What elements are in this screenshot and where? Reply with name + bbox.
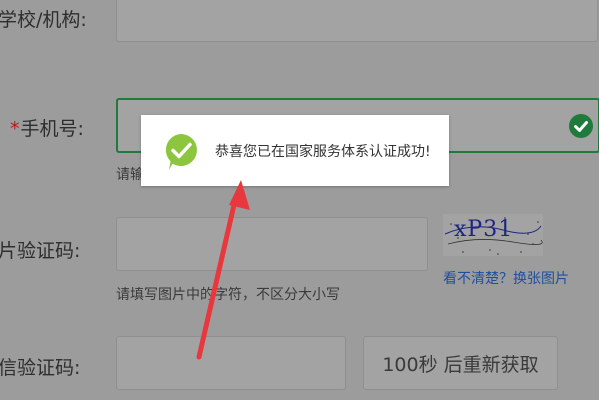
resend-sms-label: 100秒 后重新获取 [382, 353, 539, 376]
school-input[interactable] [116, 0, 598, 42]
required-mark: * [10, 118, 20, 140]
check-circle-icon [569, 114, 593, 138]
image-captcha-label: 片验证码: [0, 240, 81, 262]
phone-label: *手机号: [10, 114, 84, 141]
sms-code-input[interactable] [116, 336, 346, 390]
captcha-image[interactable]: xP31 [443, 214, 543, 256]
phone-hint: 请输 [116, 167, 144, 183]
toast-message: 恭喜您已在国家服务体系认证成功! [215, 144, 431, 160]
phone-label-text: 手机号: [20, 118, 84, 140]
image-captcha-input[interactable] [116, 217, 428, 271]
resend-sms-button[interactable]: 100秒 后重新获取 [363, 336, 558, 390]
school-label: 学校/机构: [0, 9, 87, 31]
image-captcha-hint: 请填写图片中的字符，不区分大小写 [116, 287, 340, 303]
success-toast: 恭喜您已在国家服务体系认证成功! [141, 115, 449, 186]
captcha-text: xP31 [454, 217, 514, 242]
success-check-icon [165, 134, 197, 170]
refresh-captcha-link[interactable]: 看不清楚？换张图片 [443, 268, 569, 288]
sms-code-label: 信验证码: [0, 357, 81, 379]
